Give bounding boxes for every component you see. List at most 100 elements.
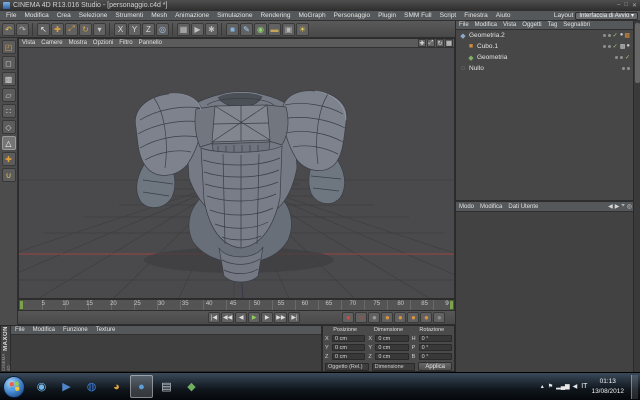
size-y-field[interactable]: 0 cm	[375, 344, 408, 351]
tray-volume-icon[interactable]: ◀	[573, 383, 578, 390]
enable-check[interactable]: ✓	[613, 43, 618, 50]
record-position-button[interactable]: ●	[381, 312, 393, 323]
menu-item[interactable]: MoGraph	[294, 12, 329, 19]
am-lock-icon[interactable]: ◎	[627, 203, 632, 210]
edges-mode-icon[interactable]: ◇	[2, 120, 16, 134]
coord-system-icon[interactable]: ◎	[156, 23, 169, 36]
menu-item[interactable]: Personaggio	[330, 12, 375, 19]
attribute-menu-item[interactable]: Modifica	[477, 204, 505, 210]
menu-item[interactable]: Strumenti	[111, 12, 147, 19]
menu-item[interactable]: File	[2, 12, 20, 19]
rot-b-field[interactable]: 0 °	[419, 353, 452, 360]
object-row-nullo[interactable]: ◌ Nullo	[456, 63, 634, 74]
visibility-dot-editor[interactable]	[603, 34, 606, 37]
rotate-icon[interactable]: ↻	[79, 23, 92, 36]
object-name[interactable]: Geometria.2	[469, 32, 505, 39]
attribute-menu-item[interactable]: Dati Utente	[505, 204, 541, 210]
lock-y-icon[interactable]: Y	[128, 23, 141, 36]
range-end-marker[interactable]	[449, 300, 454, 310]
record-scale-button[interactable]: ●	[394, 312, 406, 323]
phong-tag-icon[interactable]: ●	[626, 43, 630, 50]
points-mode-icon[interactable]: ∷	[2, 104, 16, 118]
enable-check[interactable]: ✓	[613, 32, 618, 39]
redo-icon[interactable]: ↷	[16, 23, 29, 36]
next-key-button[interactable]: ▶▶	[274, 312, 287, 323]
undo-icon[interactable]: ↶	[2, 23, 15, 36]
language-indicator[interactable]: IT	[581, 383, 587, 390]
minimize-button[interactable]: –	[617, 2, 620, 9]
menu-item[interactable]: Plugin	[374, 12, 400, 19]
pan-view-icon[interactable]: ✚	[418, 39, 426, 47]
material-menu-item[interactable]: File	[11, 327, 29, 333]
scrollbar-thumb[interactable]	[635, 23, 640, 83]
goto-end-button[interactable]: ▶|	[288, 312, 300, 323]
tray-network-icon[interactable]: ▂▄▆	[556, 383, 569, 390]
tray-expander[interactable]: ▴	[541, 383, 544, 390]
play-button[interactable]: ▶	[248, 312, 260, 323]
visibility-dot-render[interactable]	[620, 56, 623, 59]
record-pla-button[interactable]: ●	[433, 312, 445, 323]
menu-item[interactable]: SMM Full	[400, 12, 435, 19]
record-rotation-button[interactable]: ●	[407, 312, 419, 323]
range-start-marker[interactable]	[19, 300, 24, 310]
taskbar-app-7[interactable]: ◆	[180, 375, 203, 398]
viewport-canvas[interactable]	[19, 48, 454, 298]
model-mode-icon[interactable]: ◻	[2, 56, 16, 70]
coord-size-dropdown[interactable]: Dimensione	[372, 363, 416, 371]
render-settings-icon[interactable]: ✱	[205, 23, 218, 36]
camera-icon[interactable]: ▣	[282, 23, 295, 36]
taskbar-app-1[interactable]: ◉	[30, 375, 53, 398]
lock-z-icon[interactable]: Z	[142, 23, 155, 36]
object-name[interactable]: Geometria	[477, 54, 507, 61]
texture-tag-icon[interactable]: ▩	[624, 32, 630, 39]
workplane-mode-icon[interactable]: ▱	[2, 88, 16, 102]
next-frame-button[interactable]: ▶	[261, 312, 273, 323]
visibility-dot-editor[interactable]	[615, 56, 618, 59]
make-editable-icon[interactable]: ◰	[2, 40, 16, 54]
visibility-dot-render[interactable]	[608, 45, 611, 48]
pos-z-field[interactable]: 0 cm	[332, 353, 365, 360]
attribute-menu-item[interactable]: Modo	[456, 204, 477, 210]
toggle-views-icon[interactable]: ▦	[445, 39, 453, 47]
close-button[interactable]: ✕	[632, 2, 637, 9]
panel-scrollbar[interactable]	[633, 21, 640, 372]
object-manager-menu-item[interactable]: Oggetti	[519, 22, 544, 28]
menu-item[interactable]: Aiuto	[492, 12, 515, 19]
maximize-button[interactable]: □	[624, 2, 628, 9]
spline-pen-icon[interactable]: ✎	[240, 23, 253, 36]
record-parameter-button[interactable]: ●	[420, 312, 432, 323]
rot-p-field[interactable]: 0 °	[419, 344, 452, 351]
am-pin-icon[interactable]: ⌖	[621, 203, 624, 210]
viewport-menu-item[interactable]: Opzioni	[90, 40, 116, 46]
object-manager-menu-item[interactable]: File	[456, 22, 472, 28]
tray-flag-icon[interactable]: ⚑	[548, 383, 553, 390]
menu-item[interactable]: Crea	[53, 12, 75, 19]
visibility-dot-render[interactable]	[608, 34, 611, 37]
enable-check[interactable]: ✓	[625, 54, 630, 61]
taskbar-app-3[interactable]: ◍	[80, 375, 103, 398]
taskbar-app-2[interactable]: ▶	[55, 375, 78, 398]
render-view-icon[interactable]: ▦	[177, 23, 190, 36]
scale-icon[interactable]: ⤢	[65, 23, 78, 36]
live-selection-icon[interactable]: ↖	[37, 23, 50, 36]
rot-h-field[interactable]: 0 °	[419, 335, 452, 342]
taskbar-app-4[interactable]: ◕	[105, 375, 128, 398]
object-manager-menu-item[interactable]: Modifica	[472, 22, 500, 28]
material-menu-item[interactable]: Funzione	[59, 327, 92, 333]
texture-tag-icon[interactable]: ▩	[620, 43, 626, 50]
object-name[interactable]: Nullo	[469, 65, 484, 72]
apply-button[interactable]: Applica	[418, 362, 452, 371]
object-manager-menu-item[interactable]: Segnalibri	[560, 22, 593, 28]
menu-item[interactable]: Modifica	[20, 12, 52, 19]
zoom-view-icon[interactable]: ⤢	[427, 39, 435, 47]
record-keyframe-button[interactable]: ●	[342, 312, 354, 323]
visibility-dot-editor[interactable]	[603, 45, 606, 48]
primitive-cube-icon[interactable]: ■	[226, 23, 239, 36]
viewport-menu-item[interactable]: Mostra	[66, 40, 90, 46]
object-row-cubo1[interactable]: ■ Cubo.1 ✓ ▩●	[456, 41, 634, 52]
move-icon[interactable]: ✚	[51, 23, 64, 36]
size-z-field[interactable]: 0 cm	[375, 353, 408, 360]
start-button[interactable]	[3, 376, 25, 398]
axis-mode-icon[interactable]: ✚	[2, 152, 16, 166]
viewport-menu-item[interactable]: Pannello	[136, 40, 165, 46]
